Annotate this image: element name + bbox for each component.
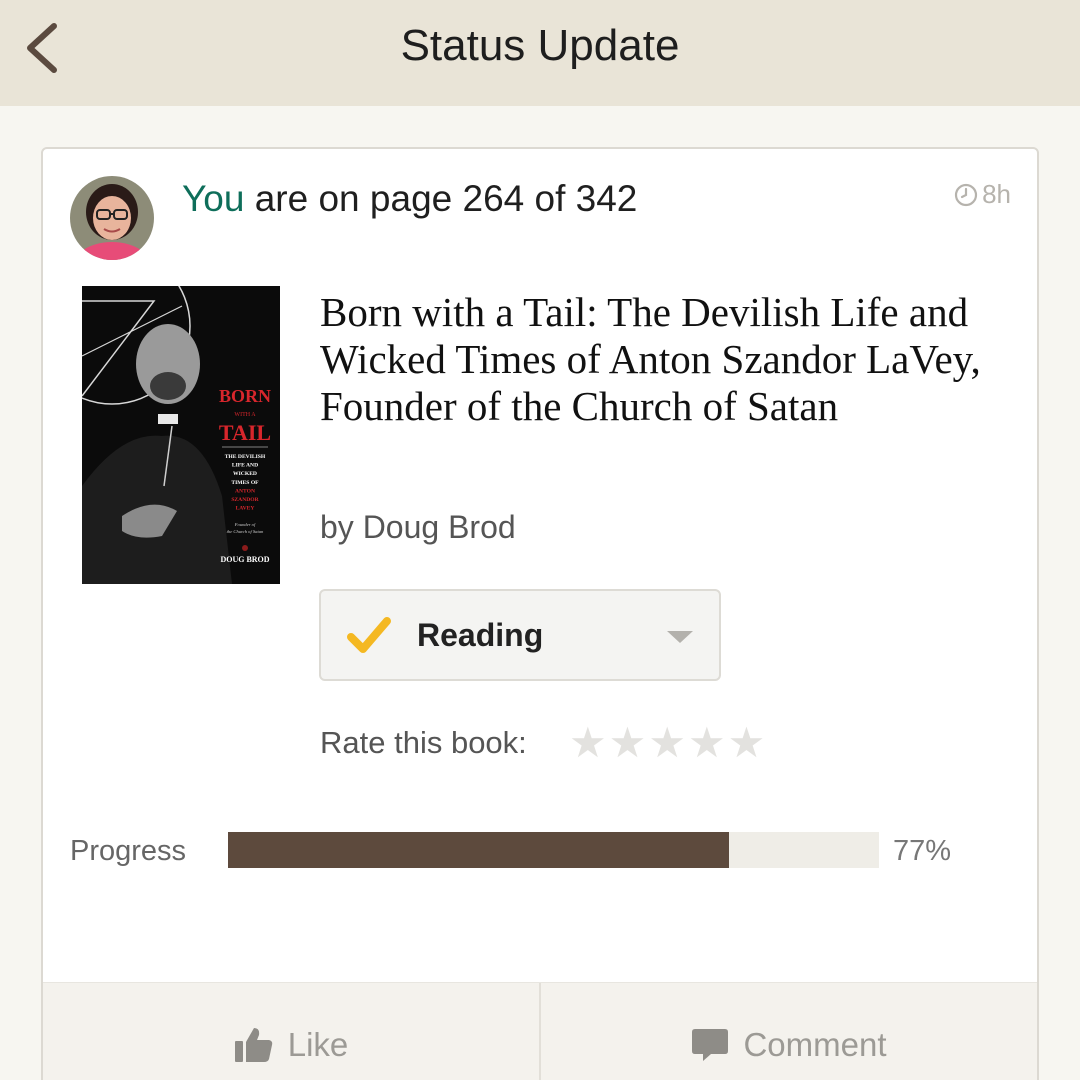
clock-icon: [954, 183, 978, 207]
cover-subtitle-line: SZANDOR: [231, 497, 259, 503]
book-title[interactable]: Born with a Tail: The Devilish Life and …: [320, 289, 1020, 430]
star-rating[interactable]: ★ ★ ★ ★ ★: [569, 721, 765, 765]
author-link[interactable]: Doug Brod: [363, 509, 516, 545]
cover-founder-line: Founder of: [234, 522, 256, 527]
caret-down-icon: [667, 631, 693, 643]
book-cover[interactable]: BORN WITH A TAIL THE DEVILISH LIFE AND WIC…: [82, 286, 280, 584]
cover-subtitle-line: LIFE AND: [232, 463, 258, 469]
progress-bar: [228, 832, 879, 868]
rate-label: Rate this book:: [320, 725, 527, 760]
cover-text-born: BORN: [219, 386, 271, 406]
comment-button[interactable]: Comment: [539, 983, 1037, 1080]
progress-label: Progress: [70, 835, 187, 867]
rating-star[interactable]: ★: [569, 721, 607, 765]
status-text: are on page 264 of 342: [244, 178, 638, 219]
like-label: Like: [287, 1026, 349, 1063]
thumbs-up-icon: [234, 1026, 274, 1064]
status-headline: You are on page 264 of 342: [182, 177, 637, 221]
progress-bar-fill: [228, 832, 730, 868]
cover-text-tail: TAIL: [219, 420, 271, 445]
progress-percent: 77%: [893, 835, 952, 867]
checkmark-icon: [345, 613, 393, 657]
cover-subtitle-line: THE DEVILISH: [225, 454, 266, 460]
action-bar: Like Comment: [43, 982, 1037, 1080]
actor-link[interactable]: You: [182, 178, 244, 219]
speech-bubble-icon: [691, 1027, 729, 1063]
cover-founder-line: the Church of Satan: [227, 529, 264, 534]
shelf-status-dropdown[interactable]: Reading: [319, 589, 721, 681]
avatar[interactable]: [70, 176, 154, 260]
cover-subtitle-line: WICKED: [233, 471, 257, 477]
rating-star[interactable]: ★: [609, 721, 647, 765]
rating-star[interactable]: ★: [728, 721, 766, 765]
author-prefix: by: [320, 509, 363, 545]
shelf-status-label: Reading: [417, 617, 544, 653]
status-update-card: You are on page 264 of 342 8h BORN WITH …: [41, 147, 1039, 1080]
cover-subtitle-line: LAVEY: [236, 506, 255, 512]
book-author: by Doug Brod: [320, 507, 516, 547]
cover-author: DOUG BROD: [220, 555, 269, 564]
page-title: Status Update: [400, 21, 680, 70]
timestamp-text: 8h: [982, 179, 1011, 209]
like-button[interactable]: Like: [43, 983, 539, 1080]
cover-text-with-a: WITH A: [234, 412, 256, 418]
rating-star[interactable]: ★: [688, 721, 726, 765]
timestamp: 8h: [954, 179, 1011, 210]
cover-subtitle-line: TIMES OF: [231, 480, 259, 486]
navigation-bar: Status Update: [0, 0, 1080, 106]
rating-star[interactable]: ★: [648, 721, 686, 765]
cover-subtitle-line: ANTON: [235, 488, 255, 494]
comment-label: Comment: [743, 1026, 887, 1063]
